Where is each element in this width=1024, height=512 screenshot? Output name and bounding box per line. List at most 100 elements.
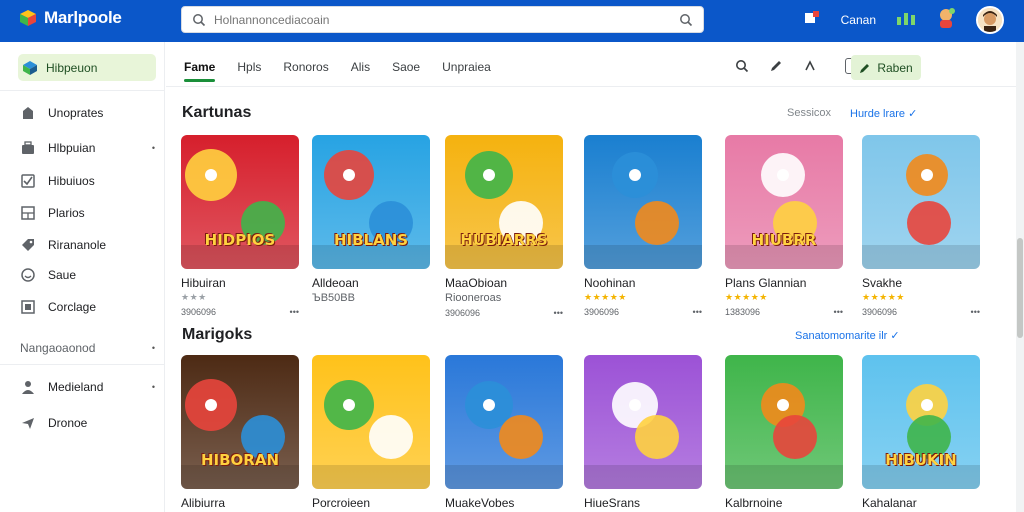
tab-hpls[interactable]: Hpls (237, 54, 261, 80)
game-thumbnail[interactable] (445, 355, 563, 489)
game-card[interactable]: HIUBRR Plans Glannian ★★★★★ 1383096 ••• (725, 135, 843, 317)
notifications-icon[interactable] (803, 9, 821, 32)
checkbox-icon (21, 174, 35, 188)
sidebar-item-label: Dronoe (48, 416, 88, 430)
game-card[interactable]: HUBIARRS MaaObioan Riooneroas 3906096 ••• (445, 135, 563, 318)
top-right-actions: Canan (803, 5, 1004, 35)
game-thumbnail[interactable] (584, 135, 702, 269)
scrollbar-thumb[interactable] (1017, 238, 1023, 338)
logo-icon (23, 60, 37, 75)
game-title[interactable]: Noohinan (584, 276, 702, 290)
sidebar-item[interactable]: Rirananole (20, 234, 155, 256)
avatar[interactable] (976, 6, 1004, 34)
game-title[interactable]: Porcroieen (312, 496, 430, 510)
sidebar-item[interactable]: Corclage (20, 296, 155, 318)
game-thumbnail[interactable] (312, 355, 430, 489)
person-icon (22, 381, 34, 394)
game-title[interactable]: MaaObioan (445, 276, 563, 290)
sidebar-item-label: Saue (48, 268, 77, 282)
sidebar-item[interactable]: Hlbpuian • (20, 137, 155, 159)
download-count: 3906096 (445, 308, 481, 318)
game-logo-text: HIBUKIN (885, 451, 957, 469)
download-count: 3906096 (862, 307, 898, 317)
sidebar-section-header[interactable]: Nangaoaonod • (20, 338, 155, 358)
search-submit-icon[interactable] (679, 13, 693, 27)
game-title[interactable]: Hibuiran (181, 276, 299, 290)
more-options-icon[interactable]: ••• (834, 307, 843, 317)
more-options-icon[interactable]: ••• (693, 307, 702, 317)
square-letter-icon (21, 300, 35, 314)
tab-fame[interactable]: Fame (184, 54, 216, 82)
share-icon[interactable] (801, 57, 819, 75)
game-meta: 1383096 ••• (725, 307, 843, 317)
stats-icon[interactable] (896, 11, 916, 30)
game-thumbnail[interactable]: HIDPIOS (181, 135, 299, 269)
game-thumbnail[interactable]: HIBORAN (181, 355, 299, 489)
game-card[interactable]: Porcroieen (312, 355, 430, 510)
game-thumbnail[interactable]: HIBLANS (312, 135, 430, 269)
sidebar-item[interactable]: Hibuiuos (20, 170, 155, 192)
tab-alis[interactable]: Alis (351, 54, 370, 80)
divider (0, 90, 165, 91)
game-card[interactable]: HIDPIOS Hibuiran ★★★ 3906096 ••• (181, 135, 299, 317)
briefcase-icon (22, 141, 34, 154)
sidebar-section-label: Nangaoaonod (20, 341, 96, 355)
tab-saoe[interactable]: Saoe (392, 54, 420, 80)
more-options-icon[interactable]: ••• (290, 307, 299, 317)
sidebar-item[interactable]: Medieland • (20, 376, 155, 398)
sidebar-item[interactable]: Dronoe (20, 412, 155, 434)
search-icon[interactable] (733, 57, 751, 75)
sidebar-item[interactable]: Saue (20, 264, 155, 286)
tab-unpraiea[interactable]: Unpraiea (442, 54, 491, 80)
search-input[interactable] (214, 12, 679, 27)
game-thumbnail[interactable]: HIUBRR (725, 135, 843, 269)
see-more-link[interactable]: Sanatomomarite ilr ✓ (795, 329, 900, 342)
game-card[interactable]: HIBLANS Alldeoan ЪВ50ВВ (312, 135, 430, 304)
game-title[interactable]: Kalbrnoine (725, 496, 843, 510)
section-title: Kartunas (182, 104, 252, 121)
game-thumbnail[interactable]: HUBIARRS (445, 135, 563, 269)
sidebar-item-label: Medieland (48, 380, 104, 394)
game-title[interactable]: HiueSrans (584, 496, 702, 510)
app-logo[interactable]: Marlpoole (18, 8, 122, 28)
game-card[interactable]: HIBORAN Alibiurra (181, 355, 299, 510)
game-title[interactable]: Alibiurra (181, 496, 299, 510)
game-thumbnail[interactable] (862, 135, 980, 269)
account-label[interactable]: Canan (841, 13, 876, 27)
more-options-icon[interactable]: ••• (971, 307, 980, 317)
tab-bar: Fame Hpls Ronoros Alis Saoe Unpraiea (184, 52, 491, 82)
game-title[interactable]: MuakeVobes (445, 496, 563, 510)
character-icon[interactable] (936, 7, 956, 34)
vertical-scrollbar[interactable] (1016, 42, 1024, 512)
sidebar-item-home[interactable]: Hibpeuon (18, 54, 156, 81)
tab-ronoros[interactable]: Ronoros (283, 54, 328, 80)
game-title[interactable]: Plans Glannian (725, 276, 843, 290)
game-thumbnail[interactable] (725, 355, 843, 489)
game-card[interactable]: MuakeVobes (445, 355, 563, 510)
game-title[interactable]: Svakhe (862, 276, 980, 290)
game-card[interactable]: Kalbrnoine★★★★★ (725, 355, 843, 512)
see-more-link[interactable]: Hurde lrare ✓ (850, 107, 917, 120)
edit-icon[interactable] (767, 57, 785, 75)
more-options-icon[interactable]: ••• (554, 308, 563, 318)
sidebar-item-label: Corclage (48, 300, 97, 314)
game-thumbnail[interactable]: HIBUKIN (862, 355, 980, 489)
rating-stars: ★★★ (181, 292, 207, 302)
action-button[interactable]: Raben (851, 55, 921, 80)
game-card[interactable]: HIBUKINKahalanar★★★★★ (862, 355, 980, 512)
game-card[interactable]: Svakhe ★★★★★ 3906096 ••• (862, 135, 980, 317)
sidebar-item[interactable]: Plarios (20, 202, 155, 224)
section-subtitle[interactable]: Sessicox (787, 107, 831, 119)
sidebar-item[interactable]: Unoprates (20, 102, 155, 124)
chevron-icon: • (151, 143, 155, 153)
download-count: 3906096 (584, 307, 620, 317)
game-card[interactable]: HiueSrans★★★★★ (584, 355, 702, 512)
search-bar[interactable] (181, 6, 704, 33)
game-thumbnail[interactable] (584, 355, 702, 489)
game-title[interactable]: Alldeoan (312, 276, 430, 290)
game-title[interactable]: Kahalanar (862, 496, 980, 510)
rating-stars: ★★★★★ (584, 292, 627, 302)
game-meta: 3906096 ••• (445, 308, 563, 318)
game-card[interactable]: Noohinan ★★★★★ 3906096 ••• (584, 135, 702, 317)
game-subtitle: ЪВ50ВВ (312, 292, 355, 304)
